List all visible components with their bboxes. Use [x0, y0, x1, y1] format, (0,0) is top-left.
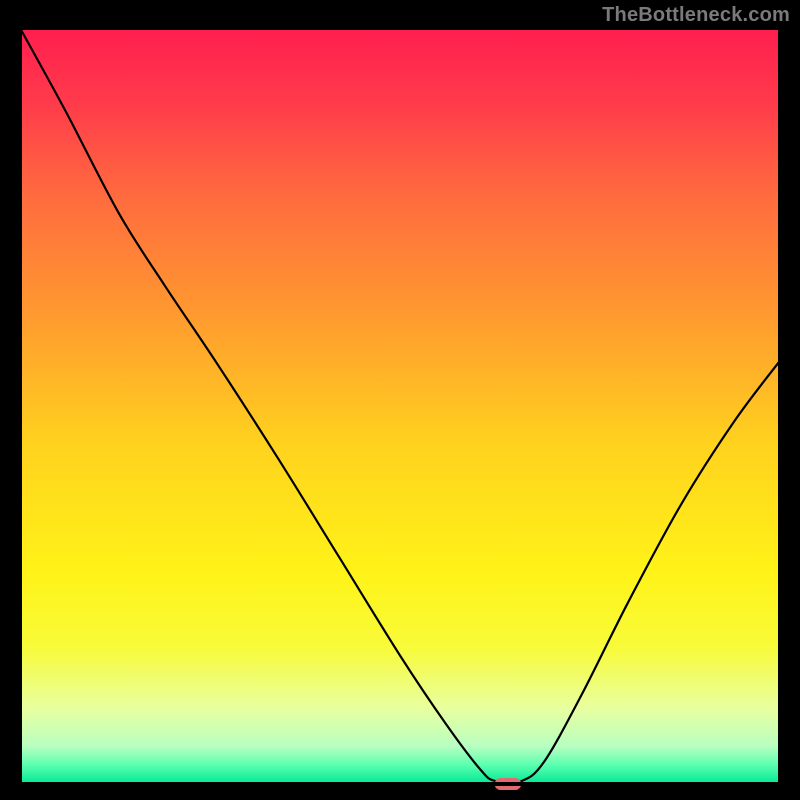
- chart-frame: TheBottleneck.com: [0, 0, 800, 800]
- gradient-background: [20, 28, 780, 784]
- bottleneck-plot: [0, 0, 800, 800]
